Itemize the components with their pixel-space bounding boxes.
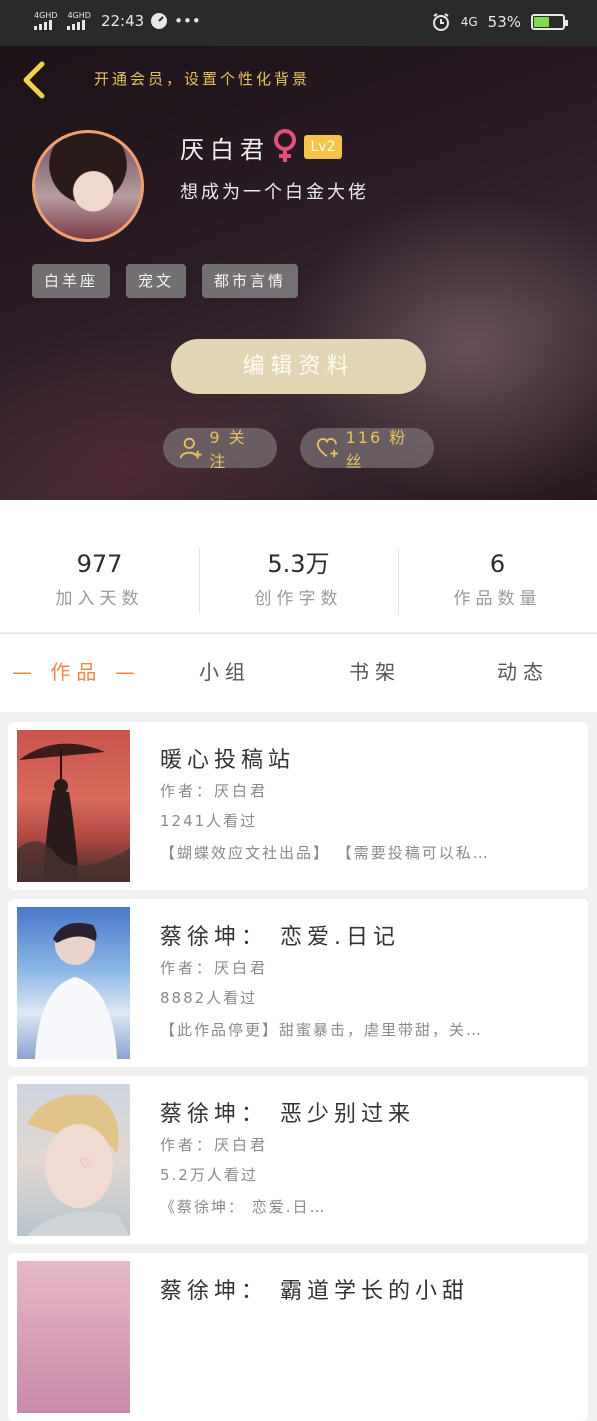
tag: 都市言情 bbox=[202, 264, 299, 298]
stat-label: 加入天数 bbox=[55, 589, 144, 609]
battery-fill bbox=[534, 17, 549, 27]
work-title: 蔡徐坤： 恶少别过来 bbox=[160, 1102, 415, 1127]
stat-value: 5.3万 bbox=[267, 550, 330, 578]
tag: 白羊座 bbox=[32, 264, 111, 298]
speedometer-icon bbox=[151, 13, 168, 29]
more-dots: ••• bbox=[174, 12, 201, 30]
edit-profile-button[interactable]: 编辑资料 bbox=[171, 339, 426, 394]
tab-group[interactable]: 小组 bbox=[199, 656, 251, 685]
avatar[interactable] bbox=[32, 130, 144, 242]
status-bar: 4GHD 4GHD 22:43 ••• 4G 53% bbox=[0, 0, 597, 46]
work-views: 1241人看过 bbox=[160, 812, 258, 830]
following-label: 9 关注 bbox=[209, 428, 247, 471]
book-cover: ♡ bbox=[17, 1084, 130, 1236]
stat-join-days: 977 加入天数 bbox=[0, 548, 199, 609]
book-cover bbox=[17, 1261, 130, 1413]
status-left: 4GHD 4GHD 22:43 ••• bbox=[34, 12, 201, 30]
signature: 想成为一个白金大佬 bbox=[180, 182, 369, 203]
portrait-image bbox=[35, 922, 117, 1059]
work-views: 8882人看过 bbox=[160, 989, 258, 1007]
svg-text:♡: ♡ bbox=[79, 1156, 92, 1172]
book-cover bbox=[17, 907, 130, 1059]
username: 厌白君 bbox=[180, 136, 270, 164]
status-right: 4G 53% bbox=[431, 12, 568, 32]
work-title: 蔡徐坤： 霸道学长的小甜 bbox=[160, 1279, 469, 1304]
work-author: 作者：厌白君 bbox=[160, 1136, 269, 1154]
battery-icon bbox=[531, 14, 568, 30]
female-icon bbox=[274, 129, 296, 162]
tab-bookshelf[interactable]: 书架 bbox=[349, 656, 401, 685]
work-card[interactable]: ♡ 蔡徐坤： 恶少别过来 作者：厌白君 5.2万人看过 《蔡徐坤： 恋爱.日… bbox=[8, 1076, 588, 1244]
signal-indicator-1: 4GHD bbox=[34, 12, 57, 30]
work-author: 作者：厌白君 bbox=[160, 959, 269, 977]
tab-works[interactable]: — 作品 — bbox=[12, 656, 141, 685]
add-user-icon bbox=[179, 437, 202, 459]
signal-indicator-2: 4GHD bbox=[67, 12, 91, 30]
work-card[interactable]: 暖心投稿站 作者：厌白君 1241人看过 【蝴蝶效应文社出品】 【需要投稿可以私… bbox=[8, 722, 588, 890]
umbrella-figure-image bbox=[17, 743, 130, 882]
portrait-image: ♡ bbox=[27, 1094, 130, 1236]
tab-bar: — 作品 — 小组 书架 动态 bbox=[0, 633, 597, 712]
work-card[interactable]: 蔡徐坤： 霸道学长的小甜 bbox=[8, 1253, 588, 1421]
vip-background-link[interactable]: 开通会员，设置个性化背景 bbox=[94, 68, 310, 89]
fans-label: 116 粉丝 bbox=[345, 428, 408, 471]
work-title: 暖心投稿站 bbox=[160, 748, 296, 773]
stat-label: 创作字数 bbox=[254, 589, 343, 609]
stat-value: 977 bbox=[76, 550, 123, 578]
stat-value: 6 bbox=[489, 550, 506, 578]
clock: 22:43 bbox=[100, 12, 145, 30]
back-arrow-icon[interactable] bbox=[18, 60, 50, 100]
profile-header: 开通会员，设置个性化背景 厌白君 Lv2 想成为一个白金大佬 白羊座 宠文 都市… bbox=[0, 46, 597, 500]
work-card[interactable]: 蔡徐坤： 恋爱.日记 作者：厌白君 8882人看过 【此作品停更】甜蜜暴击，虐里… bbox=[8, 899, 588, 1067]
network-type: 4G bbox=[460, 15, 478, 29]
heart-plus-icon bbox=[316, 438, 338, 458]
book-cover bbox=[17, 730, 130, 882]
level-badge: Lv2 bbox=[304, 135, 342, 159]
tag-list: 白羊座 宠文 都市言情 bbox=[32, 264, 299, 298]
stat-word-count: 5.3万 创作字数 bbox=[199, 548, 398, 609]
work-description: 《蔡徐坤： 恋爱.日… bbox=[160, 1198, 327, 1216]
following-button[interactable]: 9 关注 bbox=[163, 428, 277, 471]
fans-button[interactable]: 116 粉丝 bbox=[300, 428, 434, 471]
stats-bar: 977 加入天数 5.3万 创作字数 6 作品数量 bbox=[0, 500, 597, 632]
tag: 宠文 bbox=[126, 264, 187, 298]
alarm-icon bbox=[432, 13, 449, 31]
work-views: 5.2万人看过 bbox=[160, 1166, 258, 1184]
stat-works-count: 6 作品数量 bbox=[398, 548, 597, 609]
work-description: 【此作品停更】甜蜜暴击，虐里带甜，关… bbox=[160, 1021, 484, 1039]
signal-bars-icon bbox=[34, 20, 57, 30]
stat-label: 作品数量 bbox=[453, 589, 542, 609]
work-description: 【蝴蝶效应文社出品】 【需要投稿可以私… bbox=[160, 844, 490, 862]
tab-activity[interactable]: 动态 bbox=[497, 656, 549, 685]
signal-bars-icon bbox=[67, 20, 90, 30]
work-title: 蔡徐坤： 恋爱.日记 bbox=[160, 925, 400, 950]
battery-percent: 53% bbox=[487, 13, 521, 31]
work-author: 作者：厌白君 bbox=[160, 782, 269, 800]
